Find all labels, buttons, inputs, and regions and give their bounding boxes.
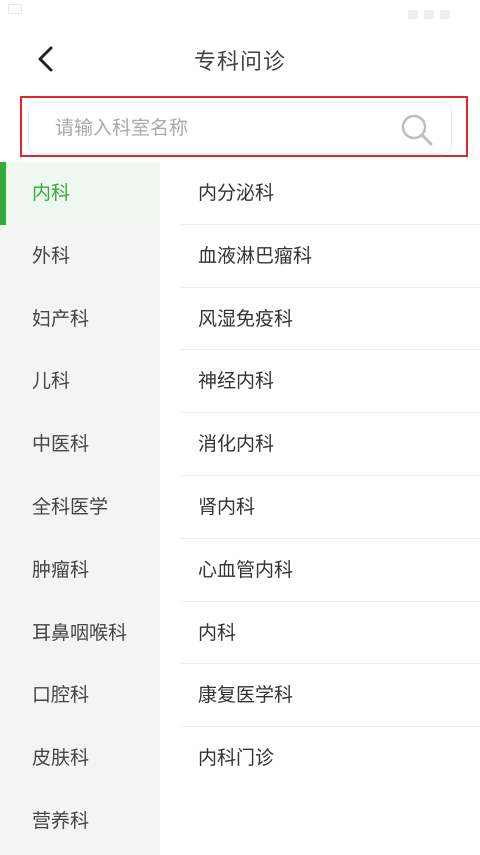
category-sidebar: 内科 外科 妇产科 儿科 中医科 全科医学 肿瘤科 耳鼻咽喉科 口腔科 皮肤科 …	[0, 162, 160, 855]
sidebar-item-oncology[interactable]: 肿瘤科	[0, 539, 160, 602]
sidebar-item-dermatology[interactable]: 皮肤科	[0, 727, 160, 790]
sidebar-item-obstetrics-gynecology[interactable]: 妇产科	[0, 288, 160, 351]
sidebar-item-surgery[interactable]: 外科	[0, 225, 160, 288]
sidebar-item-internal-medicine[interactable]: 内科	[0, 162, 160, 225]
search-input[interactable]	[55, 113, 385, 143]
department-item[interactable]: 内科门诊	[180, 727, 480, 790]
search-icon[interactable]	[399, 112, 435, 148]
search-bar[interactable]	[28, 102, 452, 154]
page-title: 专科问诊	[193, 50, 286, 75]
department-item[interactable]: 康复医学科	[180, 664, 480, 728]
department-item[interactable]: 内分泌科	[180, 162, 480, 225]
status-bar-app-icon	[8, 4, 22, 14]
status-bar	[0, 0, 480, 20]
status-bar-indicators	[402, 4, 472, 19]
department-item[interactable]: 内科	[180, 602, 480, 665]
department-item[interactable]: 消化内科	[180, 413, 480, 476]
department-item[interactable]: 血液淋巴瘤科	[180, 225, 480, 288]
sidebar-item-tcm[interactable]: 中医科	[0, 413, 160, 476]
department-item[interactable]: 风湿免疫科	[180, 288, 480, 351]
header: 专科问诊	[0, 20, 480, 98]
sidebar-item-general-practice[interactable]: 全科医学	[0, 476, 160, 539]
sidebar-item-ent[interactable]: 耳鼻咽喉科	[0, 602, 160, 665]
department-item[interactable]: 心血管内科	[180, 539, 480, 602]
department-item[interactable]: 神经内科	[180, 350, 480, 414]
sidebar-item-nutrition[interactable]: 营养科	[0, 790, 160, 853]
department-list: 内分泌科 血液淋巴瘤科 风湿免疫科 神经内科 消化内科 肾内科 心血管内科 内科…	[180, 162, 480, 790]
sidebar-item-pediatrics[interactable]: 儿科	[0, 350, 160, 413]
department-item[interactable]: 肾内科	[180, 476, 480, 539]
sidebar-item-stomatology[interactable]: 口腔科	[0, 664, 160, 727]
